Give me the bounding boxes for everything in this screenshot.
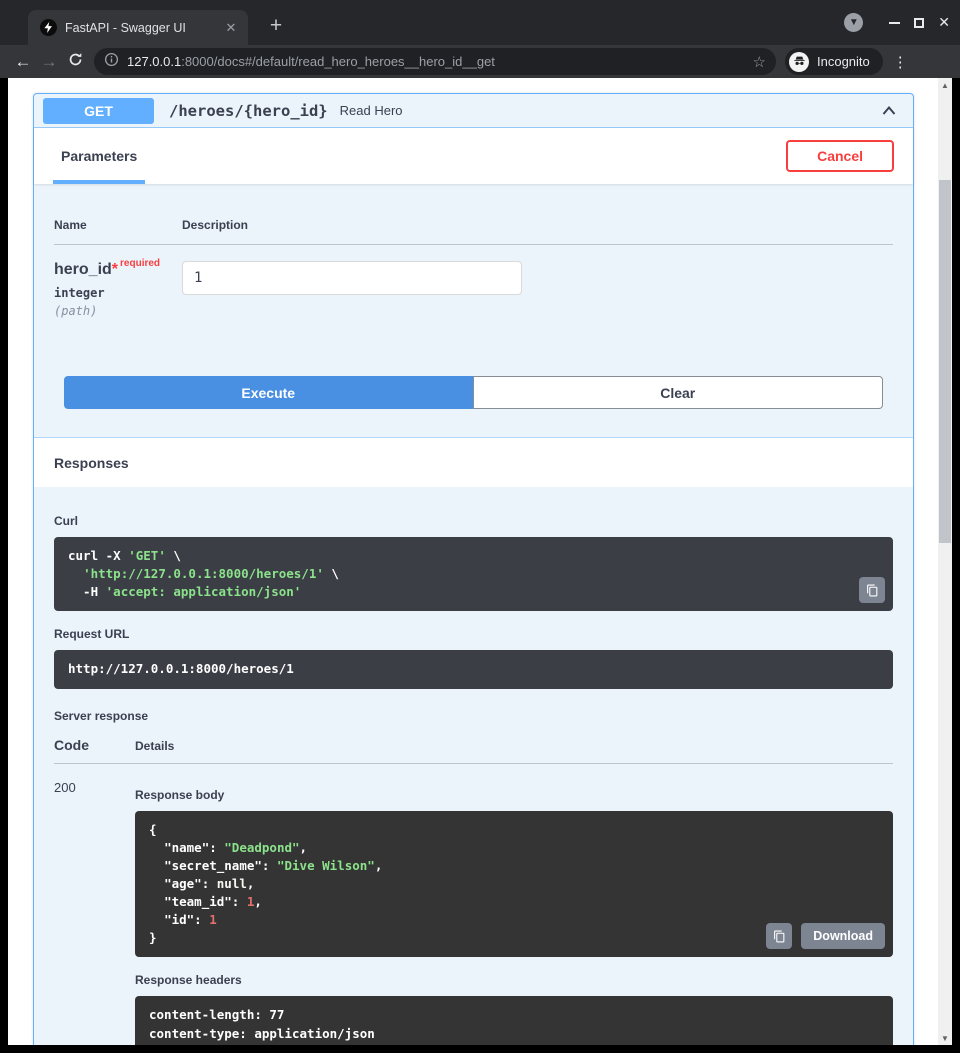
scrollbar-down-arrow[interactable]: ▼ <box>938 1031 952 1045</box>
server-response-label: Server response <box>54 709 893 723</box>
parameters-header: Parameters Cancel <box>34 128 913 184</box>
parameters-tab-label: Parameters <box>61 148 137 164</box>
tab-title: FastAPI - Swagger UI <box>65 21 222 35</box>
browser-tab[interactable]: FastAPI - Swagger UI ✕ <box>28 10 248 45</box>
server-response-row: 200 Response body { "name": "Deadpond", … <box>54 764 893 1046</box>
response-headers: content-length: 77 content-type: applica… <box>135 996 893 1045</box>
status-code: 200 <box>54 780 135 1046</box>
incognito-badge: Incognito <box>785 48 883 75</box>
tab-parameters[interactable]: Parameters <box>53 128 145 184</box>
bookmark-star-icon[interactable]: ☆ <box>753 53 766 71</box>
responses-title: Responses <box>54 455 129 471</box>
close-window-button[interactable]: ✕ <box>938 14 950 31</box>
minimize-button[interactable] <box>889 22 900 24</box>
col-header-name: Name <box>54 218 182 232</box>
page-scrollbar[interactable]: ▲ ▼ <box>938 78 952 1045</box>
browser-update-icon[interactable]: ▼ <box>844 13 863 32</box>
back-button[interactable]: ← <box>10 52 36 72</box>
hero-id-input[interactable] <box>182 261 522 295</box>
parameter-row: hero_id*required integer (path) <box>54 245 893 318</box>
reload-button[interactable] <box>62 52 88 72</box>
col-header-code: Code <box>54 737 135 753</box>
opblock-get-heroes: GET /heroes/{hero_id} Read Hero Paramete… <box>33 93 914 1045</box>
new-tab-button[interactable]: + <box>262 12 290 40</box>
browser-menu-icon[interactable]: ⋮ <box>893 53 908 71</box>
url-path: :8000/docs#/default/read_hero_heroes__he… <box>181 54 748 69</box>
scrollbar-thumb[interactable] <box>939 180 951 543</box>
opblock-summary[interactable]: GET /heroes/{hero_id} Read Hero <box>34 94 913 128</box>
col-header-details: Details <box>135 739 893 753</box>
endpoint-path: /heroes/{hero_id} <box>169 102 328 120</box>
url-host: 127.0.0.1 <box>127 54 181 69</box>
col-header-description: Description <box>182 218 893 232</box>
curl-label: Curl <box>54 514 893 528</box>
response-headers-label: Response headers <box>135 973 893 987</box>
tab-close-icon[interactable]: ✕ <box>222 19 240 37</box>
request-url-label: Request URL <box>54 627 893 641</box>
download-button[interactable]: Download <box>801 923 885 949</box>
curl-command: curl -X 'GET' \ 'http://127.0.0.1:8000/h… <box>54 537 893 611</box>
request-url-value: http://127.0.0.1:8000/heroes/1 <box>54 650 893 688</box>
fastapi-favicon-icon <box>40 19 57 36</box>
response-body-label: Response body <box>135 788 893 802</box>
execute-button[interactable]: Execute <box>64 376 473 409</box>
incognito-label: Incognito <box>817 54 870 69</box>
cancel-button[interactable]: Cancel <box>786 140 894 172</box>
url-bar[interactable]: 127.0.0.1:8000/docs#/default/read_hero_h… <box>94 48 776 75</box>
execute-row: Execute Clear <box>34 376 913 437</box>
forward-button[interactable]: → <box>36 52 62 72</box>
browser-titlebar: FastAPI - Swagger UI ✕ + ▼ ✕ <box>0 0 960 45</box>
collapse-chevron-icon[interactable] <box>879 101 899 121</box>
browser-toolbar: ← → 127.0.0.1:8000/docs#/default/read_he… <box>0 45 960 78</box>
copy-curl-button[interactable] <box>859 577 885 603</box>
maximize-button[interactable] <box>914 18 924 28</box>
incognito-icon <box>789 52 809 72</box>
param-type: integer <box>54 286 182 300</box>
swagger-page: GET /heroes/{hero_id} Read Hero Paramete… <box>8 78 952 1045</box>
endpoint-summary: Read Hero <box>340 103 879 118</box>
param-name: hero_id*required <box>54 261 182 279</box>
responses-body: Curl curl -X 'GET' \ 'http://127.0.0.1:8… <box>34 487 913 1045</box>
parameters-body: Name Description hero_id*required intege… <box>34 184 913 376</box>
clear-button[interactable]: Clear <box>473 376 884 409</box>
copy-response-button[interactable] <box>766 923 792 949</box>
responses-section-header: Responses <box>34 437 913 487</box>
method-badge: GET <box>43 98 154 124</box>
response-body: { "name": "Deadpond", "secret_name": "Di… <box>135 811 893 958</box>
scrollbar-up-arrow[interactable]: ▲ <box>938 78 952 92</box>
required-label: required <box>118 258 160 269</box>
page-info-icon[interactable] <box>104 52 119 72</box>
param-location: (path) <box>54 304 182 318</box>
